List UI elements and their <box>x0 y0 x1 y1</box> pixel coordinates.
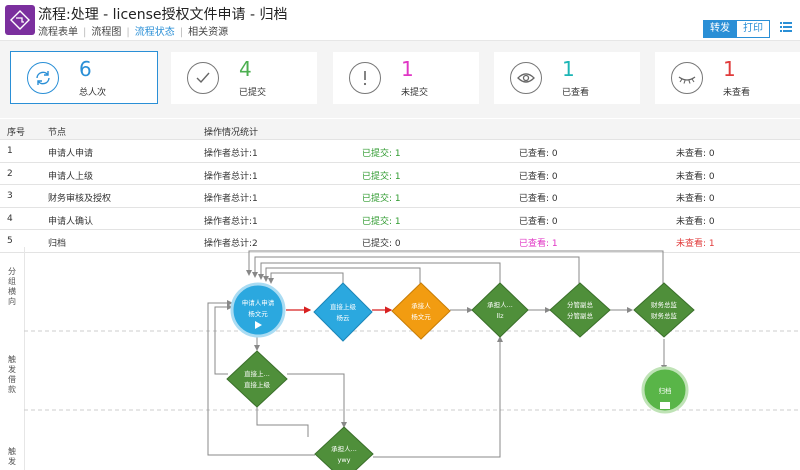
table-row: 4 申请人确认 操作者总计:1 已提交: 1 已查看: 0 未查看: 0 <box>0 208 800 230</box>
node-sub-label: 分管副总 <box>567 311 594 320</box>
stat-card-viewed[interactable]: 1 已查看 <box>494 52 640 104</box>
cell-no: 1 <box>7 146 13 156</box>
tab-flow-form[interactable]: 流程表单 <box>38 23 78 38</box>
table-header: 序号 节点 操作情况统计 <box>0 119 800 140</box>
stats-panel: 6 总人次 4 已提交 1 未提交 1 已查看 1 未查看 <box>0 41 800 118</box>
cell-unviewed: 未查看: 0 <box>676 216 715 227</box>
stat-card-unsubmitted[interactable]: 1 未提交 <box>333 52 479 104</box>
cell-ops: 操作者总计:1 <box>204 216 258 227</box>
cell-unviewed: 未查看: 0 <box>676 194 715 204</box>
tab-flow-status[interactable]: 流程状态 <box>135 23 175 38</box>
table-row: 2 申请人上级 操作者总计:1 已提交: 1 已查看: 0 未查看: 0 <box>0 163 800 185</box>
stat-value: 6 <box>79 57 92 81</box>
check-icon <box>187 62 219 94</box>
cell-no: 5 <box>7 236 13 246</box>
cell-no: 2 <box>7 168 13 179</box>
node-label: 直接上级 <box>330 302 357 311</box>
node-label: 直接上... <box>244 369 270 378</box>
flow-chart: 分组横向 触发借款 触发 申请人申请 杨文元 直接上级 杨云 承接人 杨文元 承… <box>0 247 800 470</box>
flow-node-ywy[interactable]: 承担人... ywy <box>314 426 374 470</box>
refresh-icon <box>27 62 59 94</box>
flow-node-deputy-gm[interactable]: 分管副总 分管副总 <box>549 282 611 338</box>
cell-ops: 操作者总计:1 <box>204 171 258 182</box>
node-stats-table: 序号 节点 操作情况统计 1 申请人申请 操作者总计:1 已提交: 1 已查看:… <box>0 119 800 253</box>
stat-card-submitted[interactable]: 4 已提交 <box>171 52 317 104</box>
eye-closed-icon <box>671 62 703 94</box>
node-label: 承接人 <box>411 301 431 310</box>
node-sub-label: 财务总监 <box>651 311 678 320</box>
cell-viewed: 已查看: 0 <box>519 216 558 227</box>
node-sub-label: 直接上级 <box>244 380 271 389</box>
app-logo <box>5 5 35 35</box>
node-label: 申请人申请 <box>242 298 275 307</box>
stat-label: 已查看 <box>562 88 590 98</box>
col-header-no: 序号 <box>7 128 26 138</box>
node-sub-label: llz <box>496 312 504 320</box>
flow-node-cfo[interactable]: 财务总监 财务总监 <box>633 282 695 338</box>
tab-related-resources[interactable]: 相关资源 <box>188 23 228 38</box>
stat-value: 4 <box>239 57 252 81</box>
flow-node-direct-superior-2[interactable]: 直接上... 直接上级 <box>226 350 288 408</box>
stat-card-unviewed[interactable]: 1 未查看 <box>655 52 800 104</box>
forward-button[interactable]: 转发 <box>703 20 737 38</box>
stat-label: 未提交 <box>401 88 429 98</box>
cell-node: 申请人确认 <box>48 216 94 227</box>
stat-value: 1 <box>401 57 414 81</box>
col-header-node: 节点 <box>48 128 67 138</box>
exclamation-icon <box>349 62 381 94</box>
node-sub-label: 杨文元 <box>411 312 431 321</box>
node-label: 分管副总 <box>567 300 594 309</box>
cell-node: 申请人上级 <box>48 171 94 182</box>
cell-viewed: 已查看: 0 <box>519 149 558 159</box>
node-sub-label: ywy <box>337 456 350 464</box>
flow-icon <box>10 10 30 30</box>
col-header-ops: 操作情况统计 <box>204 128 259 138</box>
node-label: 承担人... <box>331 444 357 453</box>
stat-label: 已提交 <box>239 88 267 98</box>
flow-node-direct-superior[interactable]: 直接上级 杨云 <box>313 282 373 342</box>
eye-icon <box>510 62 542 94</box>
flow-node-undertaker[interactable]: 承接人 杨文元 <box>391 282 451 340</box>
cell-node: 财务审核及授权 <box>48 194 112 204</box>
stat-card-total[interactable]: 6 总人次 <box>10 51 158 104</box>
cell-unviewed: 未查看: 0 <box>676 149 715 159</box>
flow-diagram: 申请人申请 杨文元 直接上级 杨云 承接人 杨文元 承担人... llz 分管副… <box>24 250 800 470</box>
cell-submitted: 已提交: 1 <box>362 194 401 204</box>
stat-value: 1 <box>723 57 736 81</box>
tab-bar: 流程表单 | 流程图 | 流程状态 | 相关资源 <box>38 23 228 38</box>
cell-node: 申请人申请 <box>48 149 94 159</box>
node-label: 财务总监 <box>651 300 678 309</box>
flow-node-archive[interactable]: 归档 <box>641 366 689 414</box>
cell-unviewed: 未查看: 0 <box>676 171 715 182</box>
list-menu-icon[interactable] <box>780 21 792 33</box>
node-sub-label: 杨云 <box>337 313 351 322</box>
table-row: 1 申请人申请 操作者总计:1 已提交: 1 已查看: 0 未查看: 0 <box>0 140 800 163</box>
print-button[interactable]: 打印 <box>736 20 770 38</box>
node-label: 承担人... <box>487 300 513 309</box>
connector-lines <box>207 250 667 458</box>
stat-value: 1 <box>562 57 575 81</box>
node-sub-label: 杨文元 <box>248 309 268 318</box>
cell-submitted: 已提交: 1 <box>362 171 401 182</box>
stat-label: 未查看 <box>723 88 751 98</box>
stop-icon <box>660 402 670 409</box>
cell-ops: 操作者总计:1 <box>204 194 258 204</box>
stat-label: 总人次 <box>79 88 107 98</box>
cell-submitted: 已提交: 1 <box>362 216 401 227</box>
cell-viewed: 已查看: 0 <box>519 171 558 182</box>
cell-no: 3 <box>7 191 13 201</box>
cell-viewed: 已查看: 0 <box>519 194 558 204</box>
cell-no: 4 <box>7 213 13 224</box>
tab-flow-chart[interactable]: 流程图 <box>91 23 121 38</box>
table-row: 3 财务审核及授权 操作者总计:1 已提交: 1 已查看: 0 未查看: 0 <box>0 185 800 208</box>
flow-node-llz[interactable]: 承担人... llz <box>471 282 529 338</box>
node-label: 归档 <box>659 386 672 395</box>
cell-submitted: 已提交: 1 <box>362 149 401 159</box>
page-title: 流程:处理 - license授权文件申请 - 归档 <box>38 7 288 23</box>
cell-ops: 操作者总计:1 <box>204 149 258 159</box>
page-header: 流程:处理 - license授权文件申请 - 归档 流程表单 | 流程图 | 流程状态… <box>0 0 800 41</box>
flow-node-applicant[interactable]: 申请人申请 杨文元 <box>230 282 286 338</box>
